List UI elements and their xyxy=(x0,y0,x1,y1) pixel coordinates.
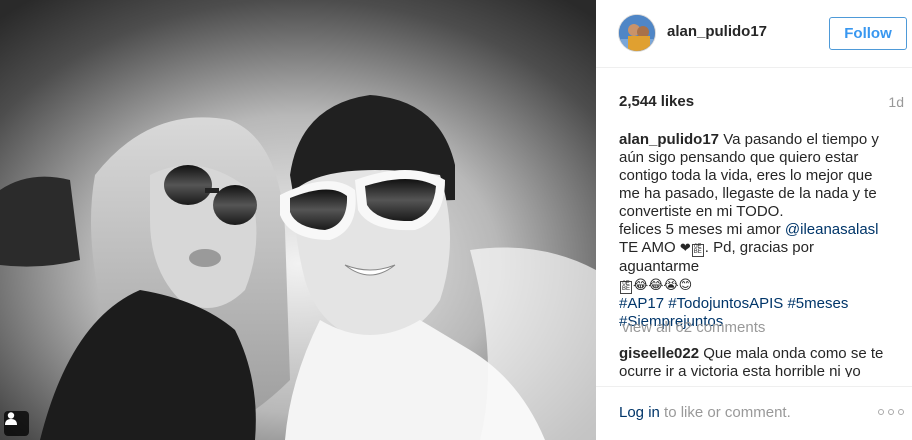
caption-author-link[interactable]: alan_pulido17 xyxy=(619,131,719,148)
post-header: alan_pulido17 Follow xyxy=(596,0,912,68)
hashtag-link[interactable]: #5meses xyxy=(787,295,848,312)
post-time[interactable]: 1d xyxy=(888,94,904,110)
login-link[interactable]: Log in xyxy=(619,404,660,421)
follow-button[interactable]: Follow xyxy=(829,17,907,50)
photo-illustration xyxy=(0,0,596,440)
unsupported-emoji-icon: 0E BE xyxy=(620,281,632,294)
likes-count[interactable]: 2,544 likes xyxy=(619,93,694,110)
dot xyxy=(878,409,884,415)
likes-row: 2,544 likes 1d xyxy=(619,93,911,113)
unsupported-emoji-icon: 0E BE xyxy=(691,244,704,257)
avatar[interactable] xyxy=(618,14,656,52)
login-prompt: Log in to like or comment. xyxy=(619,404,791,421)
post-details-panel: alan_pulido17 Follow 2,544 likes 1d alan… xyxy=(596,0,912,440)
dot xyxy=(898,409,904,415)
login-prompt-text: to like or comment. xyxy=(664,404,791,421)
user-tag-icon[interactable] xyxy=(4,411,29,436)
caption-emojis: 😂😂😭😊 xyxy=(633,278,693,293)
post-photo[interactable] xyxy=(0,0,596,440)
more-options-icon[interactable] xyxy=(878,409,904,417)
dot xyxy=(888,409,894,415)
view-all-comments-link[interactable]: view all 62 comments xyxy=(622,319,765,336)
post-footer: Log in to like or comment. xyxy=(596,386,912,440)
mention-link[interactable]: @ileanasalasl xyxy=(785,221,879,238)
avatar-image xyxy=(619,15,655,51)
person-silhouette-icon xyxy=(5,412,17,425)
username-link[interactable]: alan_pulido17 xyxy=(667,23,767,40)
comment-author-link[interactable]: giseelle022 xyxy=(619,345,699,362)
caption-text-3: TE AMO xyxy=(619,239,676,256)
caption-text-2: felices 5 meses mi amor xyxy=(619,221,781,238)
heart-emoji: ❤ xyxy=(679,241,691,256)
hashtag-link[interactable]: #TodojuntosAPIS xyxy=(668,295,783,312)
post-caption: alan_pulido17 Va pasando el tiempo y aún… xyxy=(619,131,887,331)
hashtag-link[interactable]: #AP17 xyxy=(619,295,664,312)
comment: giseelle022 Que mala onda como se te ocu… xyxy=(619,345,887,377)
